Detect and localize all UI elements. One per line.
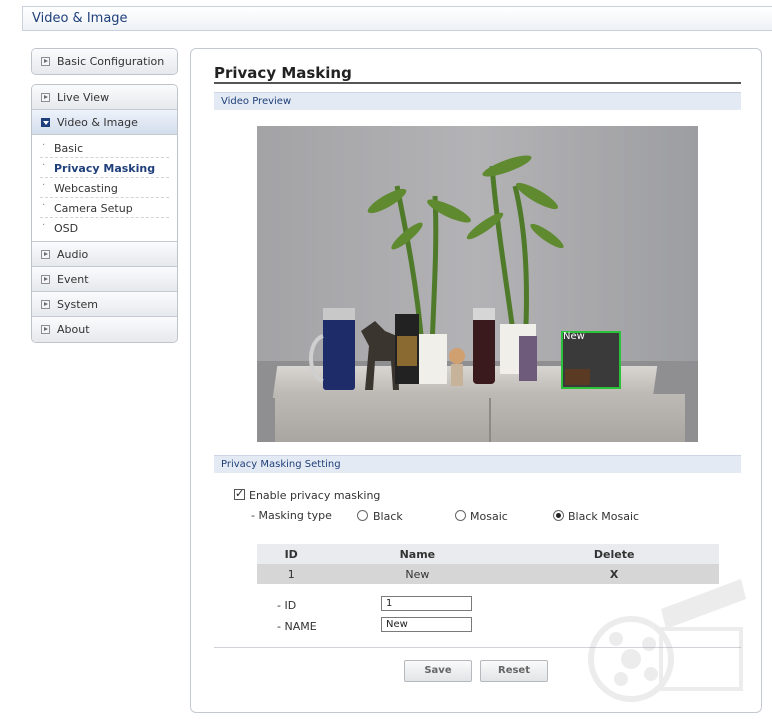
- sidebar-subitem-webcasting[interactable]: · Webcasting: [40, 178, 169, 198]
- expand-icon: [41, 300, 50, 309]
- masking-type-label: - Masking type: [251, 509, 332, 522]
- enable-privacy-masking-checkbox[interactable]: [234, 487, 245, 500]
- title-divider: [214, 82, 741, 84]
- video-preview-header: Video Preview: [214, 92, 741, 110]
- id-field[interactable]: 1: [381, 596, 472, 611]
- sidebar-menu: Live View Video & Image · Basic · Privac…: [31, 84, 178, 343]
- video-scene: [309, 155, 564, 390]
- id-field-label: - ID: [277, 599, 297, 612]
- table-header-row: ID Name Delete: [257, 544, 719, 564]
- video-preview[interactable]: New: [257, 126, 698, 442]
- sidebar-item-system[interactable]: System: [32, 292, 177, 317]
- expand-icon: [41, 325, 50, 334]
- sidebar-item-live-view[interactable]: Live View: [32, 85, 177, 110]
- save-button[interactable]: Save: [404, 660, 472, 682]
- page-title: Privacy Masking: [214, 64, 352, 82]
- masking-type-black-radio[interactable]: [357, 510, 368, 521]
- main-panel: Privacy Masking Video Preview New Privac…: [190, 48, 762, 713]
- sidebar-subitem-privacy-masking[interactable]: · Privacy Masking: [40, 158, 169, 178]
- privacy-masking-setting-header: Privacy Masking Setting: [214, 455, 741, 473]
- sidebar-item-audio[interactable]: Audio: [32, 242, 177, 267]
- film-reel-watermark-icon: [588, 579, 746, 702]
- expand-icon: [41, 275, 50, 284]
- sidebar-item-about[interactable]: About: [32, 317, 177, 342]
- masking-type-black-mosaic-label: Black Mosaic: [568, 510, 640, 523]
- privacy-mask-label: New: [563, 331, 585, 342]
- sidebar-basic-configuration[interactable]: Basic Configuration: [31, 48, 178, 75]
- column-delete: Delete: [509, 544, 719, 564]
- name-field-label: - NAME: [277, 620, 317, 633]
- column-name: Name: [325, 544, 510, 564]
- column-id: ID: [257, 544, 326, 564]
- expand-icon: [41, 93, 50, 102]
- sidebar-subitem-osd[interactable]: · OSD: [40, 218, 169, 238]
- collapse-icon: [41, 118, 50, 127]
- masking-type-black-label: Black: [373, 510, 403, 523]
- sidebar-item-basic-configuration[interactable]: Basic Configuration: [32, 49, 177, 74]
- masking-type-mosaic-label: Mosaic: [470, 510, 508, 523]
- enable-privacy-masking-label: Enable privacy masking: [249, 489, 381, 502]
- sidebar-subitem-camera-setup[interactable]: · Camera Setup: [40, 198, 169, 218]
- page-header-title: Video & Image: [32, 11, 128, 26]
- name-field[interactable]: New: [381, 617, 472, 632]
- mask-name-cell: New: [325, 564, 510, 584]
- sidebar-item-event[interactable]: Event: [32, 267, 177, 292]
- page-header: Video & Image: [22, 6, 772, 31]
- sidebar-item-video-image[interactable]: Video & Image: [32, 110, 177, 135]
- reset-button[interactable]: Reset: [480, 660, 548, 682]
- expand-icon: [41, 250, 50, 259]
- masking-type-black-mosaic-radio[interactable]: [553, 510, 564, 521]
- sidebar-submenu: · Basic · Privacy Masking · Webcasting ·…: [32, 135, 177, 242]
- masking-type-mosaic-radio[interactable]: [455, 510, 466, 521]
- expand-icon: [41, 57, 50, 66]
- mask-id-cell: 1: [257, 564, 326, 584]
- sidebar-subitem-basic[interactable]: · Basic: [40, 138, 169, 158]
